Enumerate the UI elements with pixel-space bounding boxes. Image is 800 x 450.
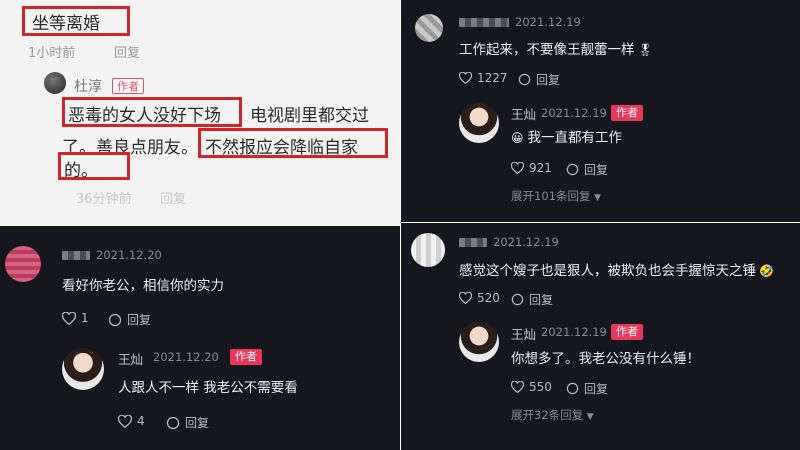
reply-label: 回复 bbox=[584, 163, 609, 177]
reply-button[interactable]: 回复 bbox=[566, 161, 608, 178]
top-right-comment-panel: 2021.12.19 工作起来，不要像王靓蕾一样 🎖 1227 回复 王灿 202… bbox=[401, 0, 800, 222]
like-button[interactable]: 1227 bbox=[459, 71, 508, 85]
chevron-down-icon: ▼ bbox=[586, 412, 594, 422]
like-count: 1227 bbox=[477, 71, 508, 85]
reply-text-part: 的。 bbox=[64, 161, 98, 181]
reply-text: 你想多了。我老公没有什么锤！ bbox=[511, 351, 700, 367]
reply-button[interactable]: 回复 bbox=[114, 42, 140, 61]
heart-icon bbox=[459, 292, 472, 304]
comment-icon bbox=[108, 313, 122, 326]
smile-emoji: 😀 bbox=[511, 131, 524, 145]
comment-icon bbox=[511, 293, 524, 306]
screenshot-collage: 坐等离婚 1小时前 回复 杜淳 作者 恶毒的女人没好下场 电视剧里都交过 了。善… bbox=[0, 0, 800, 450]
author-avatar[interactable] bbox=[62, 348, 104, 390]
author-name[interactable]: 杜淳 bbox=[74, 76, 102, 96]
like-button[interactable]: 4 bbox=[118, 414, 145, 428]
reply-text: 😀 我一直都有工作 bbox=[511, 126, 622, 146]
avatar[interactable] bbox=[411, 233, 445, 267]
heart-icon bbox=[511, 162, 524, 174]
laugh-emoji: 🤣 bbox=[759, 264, 774, 278]
avatar[interactable] bbox=[5, 246, 41, 282]
comment-header: 2021.12.19 bbox=[459, 15, 581, 29]
author-badge: 作者 bbox=[112, 78, 144, 94]
reply-date: 2021.12.19 bbox=[541, 325, 607, 339]
heart-icon bbox=[511, 381, 524, 393]
heart-icon bbox=[62, 311, 76, 325]
author-name[interactable]: 王灿 bbox=[511, 104, 536, 123]
author-badge: 作者 bbox=[611, 324, 643, 340]
chevron-down-icon: ▼ bbox=[594, 193, 602, 203]
reply-text-part: 不然报应会降临自家 bbox=[205, 138, 358, 158]
reply-button[interactable]: 回复 bbox=[166, 414, 209, 431]
like-button[interactable]: 1 bbox=[62, 311, 89, 325]
reply-time: 36分钟前 bbox=[76, 192, 132, 207]
like-count: 1 bbox=[81, 311, 89, 325]
like-count: 921 bbox=[529, 161, 552, 175]
reply-text: 人跟人不一样 我老公不需要看 bbox=[118, 380, 298, 396]
heart-icon bbox=[118, 414, 132, 428]
heart-icon bbox=[459, 72, 472, 84]
reply-date: 2021.12.20 bbox=[153, 350, 219, 364]
bottom-left-comment-panel: 2021.12.20 看好你老公，相信你的实力 1 回复 王灿 2021.12.… bbox=[0, 226, 400, 450]
reply-label: 回复 bbox=[536, 73, 561, 87]
reply-label: 回复 bbox=[127, 313, 152, 327]
comment-icon bbox=[518, 73, 531, 86]
divider bbox=[400, 0, 401, 450]
author-name[interactable]: 王灿 bbox=[511, 324, 536, 343]
like-button[interactable]: 550 bbox=[511, 380, 552, 394]
expand-label: 展开101条回复 bbox=[511, 189, 591, 203]
avatar[interactable] bbox=[415, 14, 443, 42]
expand-replies-link[interactable]: 展开32条回复 ▼ bbox=[511, 407, 594, 423]
expand-label: 展开32条回复 bbox=[511, 408, 584, 422]
reply-button[interactable]: 回复 bbox=[518, 71, 560, 88]
reply-text-part: 恶毒的女人没好下场 bbox=[68, 106, 221, 126]
divider bbox=[0, 225, 400, 226]
author-badge: 作者 bbox=[611, 105, 643, 121]
reply-button[interactable]: 回复 bbox=[108, 311, 151, 328]
like-count: 4 bbox=[137, 414, 145, 428]
top-left-comment-panel: 坐等离婚 1小时前 回复 杜淳 作者 恶毒的女人没好下场 电视剧里都交过 了。善… bbox=[0, 0, 400, 225]
username-pixelated[interactable] bbox=[459, 18, 509, 27]
reply-date: 2021.12.19 bbox=[541, 106, 607, 120]
comment-text: 看好你老公，相信你的实力 bbox=[62, 278, 224, 294]
username-pixelated[interactable] bbox=[62, 251, 90, 260]
comment-icon bbox=[566, 163, 579, 176]
like-count: 520 bbox=[477, 291, 500, 305]
reply-label: 回复 bbox=[185, 416, 210, 430]
comment-header: 2021.12.20 bbox=[62, 248, 162, 262]
comment-date: 2021.12.19 bbox=[515, 15, 581, 29]
like-count: 550 bbox=[529, 380, 552, 394]
comment-text: 工作起来，不要像王靓蕾一样 🎖 bbox=[459, 38, 653, 58]
author-avatar[interactable] bbox=[459, 322, 499, 362]
avatar[interactable] bbox=[44, 72, 66, 94]
comment-time: 1小时前 bbox=[28, 46, 76, 61]
comment-text: 感觉这个嫂子也是狠人，被欺负也会手握惊天之锤 🤣 bbox=[459, 259, 774, 279]
comment-date: 2021.12.19 bbox=[493, 235, 559, 249]
reply-button[interactable]: 回复 bbox=[511, 291, 553, 308]
divider bbox=[401, 222, 800, 223]
comment-header: 2021.12.19 bbox=[459, 235, 559, 249]
author-badge: 作者 bbox=[230, 349, 262, 365]
comment-body: 感觉这个嫂子也是狠人，被欺负也会手握惊天之锤 bbox=[459, 263, 756, 279]
reply-label: 回复 bbox=[529, 293, 554, 307]
like-button[interactable]: 921 bbox=[511, 161, 552, 175]
author-name[interactable]: 王灿 bbox=[118, 349, 143, 368]
bottom-right-comment-panel: 2021.12.19 感觉这个嫂子也是狠人，被欺负也会手握惊天之锤 🤣 520 回… bbox=[401, 223, 800, 450]
reply-label: 回复 bbox=[584, 382, 609, 396]
expand-replies-link[interactable]: 展开101条回复 ▼ bbox=[511, 188, 601, 204]
username-pixelated[interactable] bbox=[459, 238, 487, 247]
comment-text: 坐等离婚 bbox=[32, 14, 100, 34]
comment-icon bbox=[166, 416, 180, 429]
reply-button[interactable]: 回复 bbox=[160, 188, 186, 207]
reply-body: 我一直都有工作 bbox=[527, 130, 623, 146]
author-avatar[interactable] bbox=[459, 103, 499, 143]
comment-body: 工作起来，不要像王靓蕾一样 bbox=[459, 42, 635, 58]
medal-emoji: 🎖 bbox=[637, 43, 653, 57]
comment-date: 2021.12.20 bbox=[96, 248, 162, 262]
comment-icon bbox=[566, 382, 579, 395]
reply-text-part: 电视剧里都交过 bbox=[250, 106, 369, 126]
reply-button[interactable]: 回复 bbox=[566, 380, 608, 397]
like-button[interactable]: 520 bbox=[459, 291, 500, 305]
